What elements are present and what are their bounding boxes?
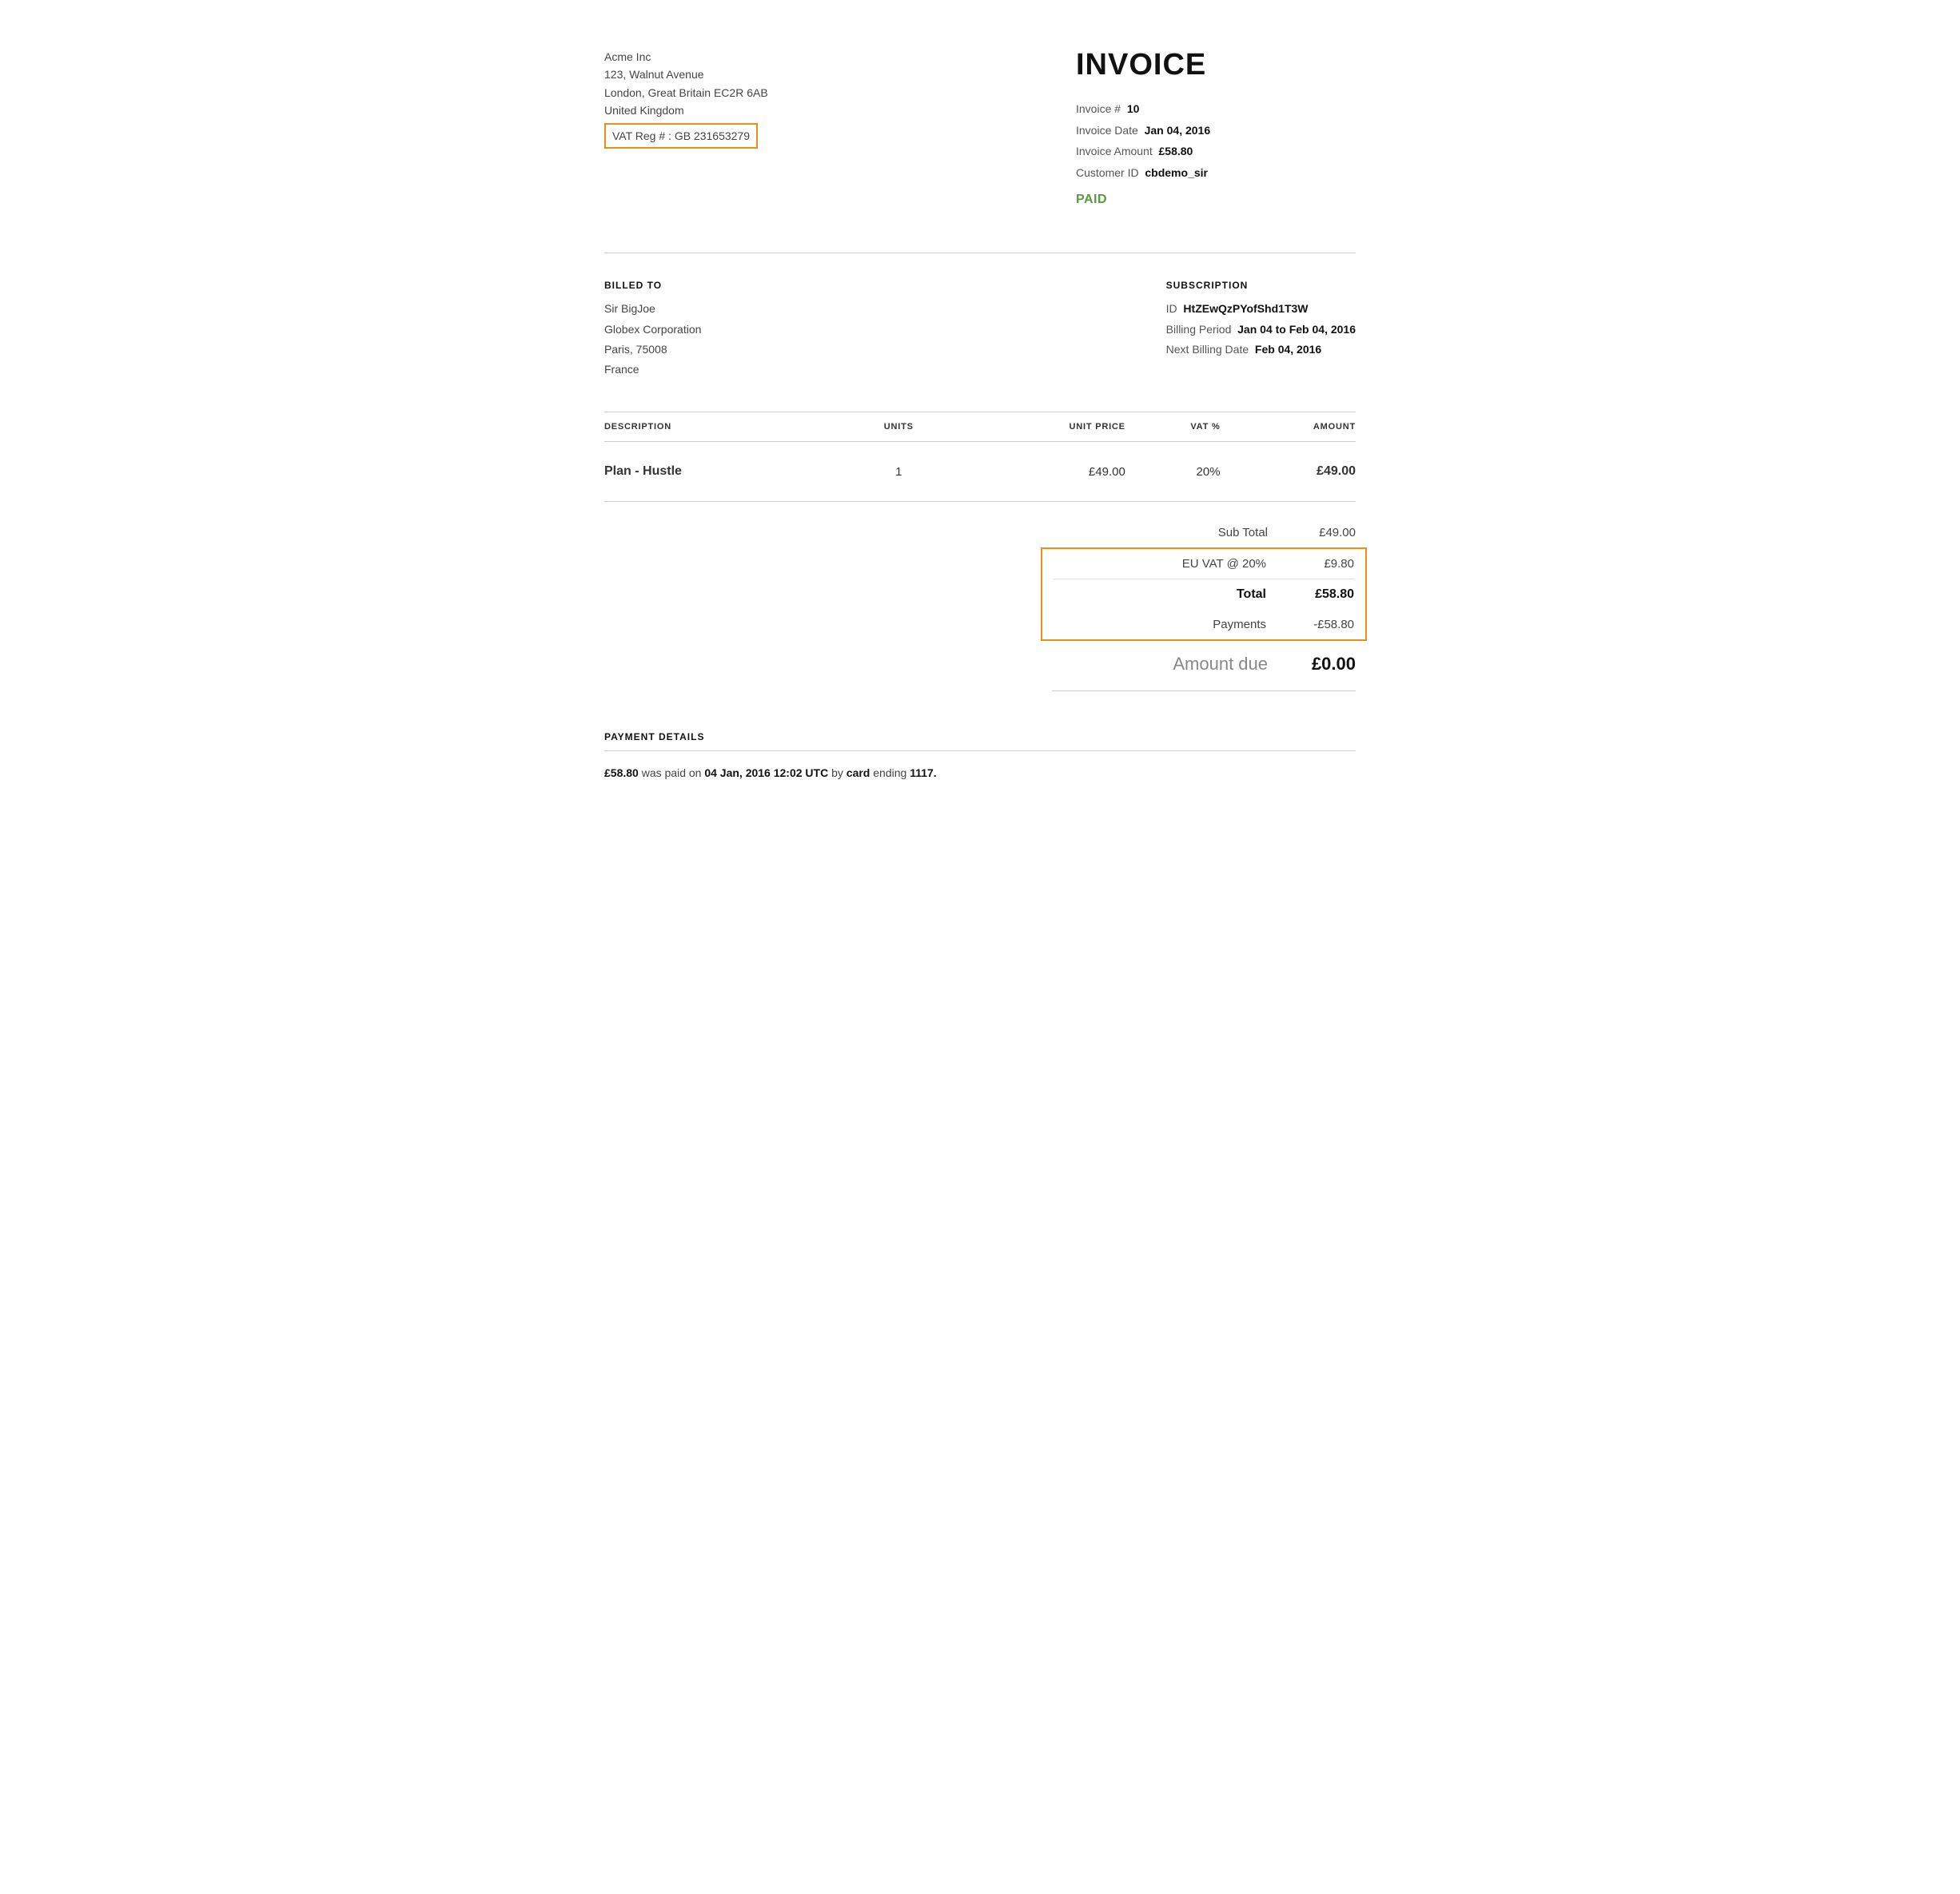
- payment-ending: ending: [873, 766, 906, 779]
- payments-row: Payments -£58.80: [1054, 610, 1354, 639]
- billed-to-title: BILLED TO: [604, 277, 701, 295]
- next-billing-row: Next Billing Date Feb 04, 2016: [1166, 340, 1356, 360]
- vat-value: £9.80: [1282, 557, 1354, 571]
- invoice-customer-row: Customer ID cbdemo_sir: [1076, 162, 1356, 184]
- table-header: DESCRIPTION UNITS UNIT PRICE VAT % AMOUN…: [604, 412, 1356, 442]
- amount-due-label: Amount due: [1052, 654, 1284, 674]
- billed-to-city: Paris, 75008: [604, 340, 701, 360]
- col-vat: VAT %: [1125, 412, 1221, 442]
- payment-text: £58.80 was paid on 04 Jan, 2016 12:02 UT…: [604, 764, 1356, 782]
- company-address3: United Kingdom: [604, 101, 768, 119]
- total-value: £58.80: [1282, 587, 1354, 602]
- totals-table: Sub Total £49.00 EU VAT @ 20% £9.80 Tota…: [1052, 515, 1356, 691]
- subscription-section: SUBSCRIPTION ID HtZEwQzPYofShd1T3W Billi…: [1166, 277, 1356, 380]
- billing-period-value: Jan 04 to Feb 04, 2016: [1237, 323, 1356, 336]
- invoice-customer-value: cbdemo_sir: [1145, 166, 1208, 179]
- subscription-id-label: ID: [1166, 302, 1177, 315]
- total-label: Total: [1054, 587, 1282, 602]
- invoice-title-section: INVOICE Invoice # 10 Invoice Date Jan 04…: [1076, 48, 1356, 213]
- payment-was-paid: was paid on: [642, 766, 702, 779]
- amount-due-divider: [1052, 690, 1356, 691]
- row-unit-price: £49.00: [946, 442, 1125, 502]
- col-amount: AMOUNT: [1221, 412, 1356, 442]
- invoice-amount-row: Invoice Amount £58.80: [1076, 141, 1356, 162]
- vat-row: EU VAT @ 20% £9.80: [1054, 549, 1354, 579]
- invoice-status: PAID: [1076, 188, 1356, 212]
- billed-to-company: Globex Corporation: [604, 320, 701, 340]
- amount-due-row: Amount due £0.00: [1052, 641, 1356, 682]
- invoice-number-label: Invoice #: [1076, 102, 1121, 115]
- invoice-amount-label: Invoice Amount: [1076, 145, 1153, 157]
- subscription-id-value: HtZEwQzPYofShd1T3W: [1183, 302, 1308, 315]
- subscription-id-row: ID HtZEwQzPYofShd1T3W: [1166, 299, 1356, 319]
- company-address2: London, Great Britain EC2R 6AB: [604, 84, 768, 101]
- invoice-meta: Invoice # 10 Invoice Date Jan 04, 2016 I…: [1076, 98, 1356, 213]
- billing-period-label: Billing Period: [1166, 323, 1232, 336]
- next-billing-label: Next Billing Date: [1166, 343, 1249, 356]
- invoice-date-value: Jan 04, 2016: [1145, 124, 1211, 137]
- invoice-date-row: Invoice Date Jan 04, 2016: [1076, 120, 1356, 141]
- payment-amount: £58.80: [604, 766, 639, 779]
- row-units: 1: [851, 442, 946, 502]
- billed-to-country: France: [604, 360, 701, 380]
- vat-reg-number: VAT Reg # : GB 231653279: [604, 123, 758, 149]
- col-unit-price: UNIT PRICE: [946, 412, 1125, 442]
- totals-section: Sub Total £49.00 EU VAT @ 20% £9.80 Tota…: [604, 515, 1356, 691]
- company-address1: 123, Walnut Avenue: [604, 66, 768, 83]
- payments-label: Payments: [1054, 618, 1282, 631]
- payment-date: 04 Jan, 2016 12:02 UTC: [704, 766, 828, 779]
- billed-to-section: BILLED TO Sir BigJoe Globex Corporation …: [604, 277, 701, 380]
- invoice-number-value: 10: [1127, 102, 1140, 115]
- company-info: Acme Inc 123, Walnut Avenue London, Grea…: [604, 48, 768, 213]
- invoice-amount-value: £58.80: [1159, 145, 1193, 157]
- table-body: Plan - Hustle 1 £49.00 20% £49.00: [604, 442, 1356, 502]
- payment-by: by: [831, 766, 843, 779]
- highlighted-totals-box: EU VAT @ 20% £9.80 Total £58.80 Payments…: [1041, 547, 1367, 641]
- billing-period-row: Billing Period Jan 04 to Feb 04, 2016: [1166, 320, 1356, 340]
- company-name: Acme Inc: [604, 48, 768, 66]
- payment-details-section: PAYMENT DETAILS £58.80 was paid on 04 Ja…: [604, 731, 1356, 782]
- col-units: UNITS: [851, 412, 946, 442]
- invoice-customer-label: Customer ID: [1076, 166, 1139, 179]
- payments-value: -£58.80: [1282, 618, 1354, 631]
- invoice-table: DESCRIPTION UNITS UNIT PRICE VAT % AMOUN…: [604, 412, 1356, 502]
- row-description: Plan - Hustle: [604, 442, 851, 502]
- row-amount: £49.00: [1221, 442, 1356, 502]
- table-row: Plan - Hustle 1 £49.00 20% £49.00: [604, 442, 1356, 502]
- invoice-header: Acme Inc 123, Walnut Avenue London, Grea…: [604, 48, 1356, 213]
- row-vat: 20%: [1125, 442, 1221, 502]
- total-row: Total £58.80: [1054, 579, 1354, 610]
- subtotal-label: Sub Total: [1052, 526, 1284, 539]
- invoice-title: INVOICE: [1076, 48, 1356, 82]
- vat-label: EU VAT @ 20%: [1054, 557, 1282, 571]
- payment-card-num: 1117.: [910, 766, 937, 779]
- subtotal-row: Sub Total £49.00: [1052, 515, 1356, 547]
- payment-details-title: PAYMENT DETAILS: [604, 731, 1356, 751]
- invoice-date-label: Invoice Date: [1076, 124, 1138, 137]
- next-billing-value: Feb 04, 2016: [1255, 343, 1321, 356]
- invoice-number-row: Invoice # 10: [1076, 98, 1356, 120]
- subtotal-value: £49.00: [1284, 526, 1356, 539]
- payment-method: card: [847, 766, 870, 779]
- billed-to-name: Sir BigJoe: [604, 299, 701, 319]
- billing-section: BILLED TO Sir BigJoe Globex Corporation …: [604, 277, 1356, 380]
- amount-due-value: £0.00: [1284, 654, 1356, 674]
- col-description: DESCRIPTION: [604, 412, 851, 442]
- subscription-title: SUBSCRIPTION: [1166, 277, 1356, 295]
